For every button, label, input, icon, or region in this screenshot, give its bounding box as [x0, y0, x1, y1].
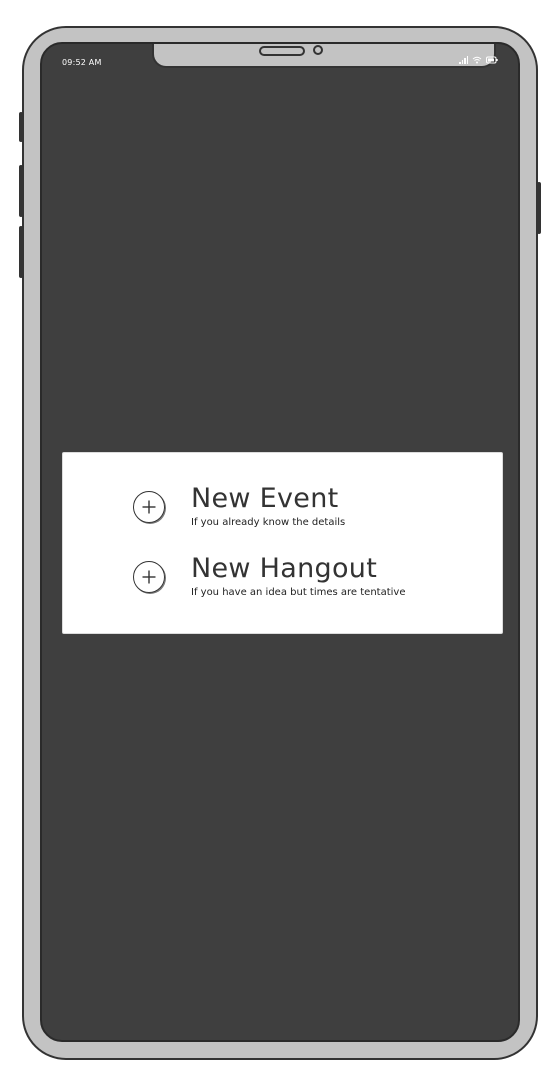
front-camera	[313, 45, 323, 55]
battery-icon	[486, 56, 498, 64]
page: 09:52 AM New Event If you already know t…	[0, 0, 548, 1076]
new-event-text: New Event If you already know the detail…	[191, 483, 345, 528]
new-event-title[interactable]: New Event	[191, 483, 345, 515]
new-hangout-title[interactable]: New Hangout	[191, 553, 406, 585]
plus-circle-icon[interactable]	[133, 561, 165, 593]
new-hangout-option[interactable]: New Hangout If you have an idea but time…	[133, 553, 406, 598]
new-event-option[interactable]: New Event If you already know the detail…	[133, 483, 345, 528]
wifi-icon	[472, 56, 482, 64]
new-event-subtitle: If you already know the details	[191, 517, 346, 528]
create-menu-card: New Event If you already know the detail…	[62, 452, 503, 634]
new-hangout-subtitle: If you have an idea but times are tentat…	[191, 587, 406, 598]
new-hangout-text: New Hangout If you have an idea but time…	[191, 553, 406, 598]
speaker-grille	[259, 46, 305, 56]
plus-circle-icon[interactable]	[133, 491, 165, 523]
signal-icon	[459, 56, 468, 64]
status-time: 09:52 AM	[62, 58, 102, 67]
phone-notch	[152, 44, 496, 68]
status-icons	[459, 56, 498, 64]
